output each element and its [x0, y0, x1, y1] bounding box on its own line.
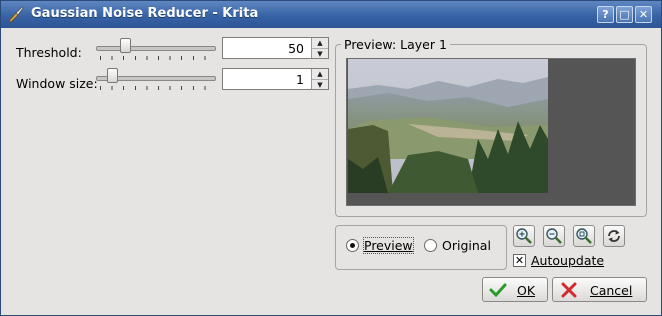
preview-image [348, 59, 548, 193]
threshold-value[interactable]: 50 [288, 41, 304, 56]
spin-down-icon[interactable]: ▼ [312, 79, 328, 90]
original-radio-label[interactable]: Original [442, 238, 491, 253]
close-button[interactable]: ✕ [635, 6, 652, 23]
zoom-out-icon [546, 228, 562, 244]
preview-group-title: Preview: Layer 1 [341, 37, 450, 52]
window-size-value[interactable]: 1 [296, 72, 304, 87]
window-size-slider-thumb[interactable] [107, 68, 118, 83]
threshold-slider-thumb[interactable] [120, 38, 131, 53]
threshold-slider-ticks [100, 56, 212, 60]
window-size-spinbox[interactable]: 1 ▲ ▼ [222, 68, 329, 90]
threshold-spin-arrows[interactable]: ▲ ▼ [311, 38, 328, 58]
threshold-slider-track [96, 46, 216, 51]
zoom-reset-button[interactable] [573, 225, 595, 247]
zoom-reset-icon [576, 228, 592, 244]
window-title: Gaussian Noise Reducer - Krita [31, 6, 259, 21]
help-button[interactable]: ? [597, 6, 614, 23]
spin-down-icon[interactable]: ▼ [312, 48, 328, 59]
preview-radio-text: Preview [364, 238, 413, 253]
refresh-button[interactable] [603, 225, 625, 247]
ok-label: OK [517, 283, 535, 298]
autoupdate-label[interactable]: Autoupdate [531, 253, 604, 268]
dialog-window: Gaussian Noise Reducer - Krita ? □ ✕ Thr… [0, 0, 662, 316]
zoom-out-button[interactable] [543, 225, 565, 247]
cancel-label: Cancel [590, 283, 632, 298]
ok-button[interactable]: OK [482, 277, 548, 302]
threshold-slider[interactable] [96, 38, 216, 60]
ok-check-icon [489, 283, 507, 298]
krita-brush-icon [8, 6, 24, 23]
spin-up-icon[interactable]: ▲ [312, 38, 328, 48]
window-size-label: Window size: [16, 76, 98, 91]
autoupdate-text: Autoupdate [531, 253, 605, 268]
cancel-button[interactable]: Cancel [552, 277, 647, 302]
original-radio[interactable] [424, 239, 437, 252]
threshold-label: Threshold: [16, 45, 82, 60]
refresh-icon [608, 230, 620, 242]
autoupdate-checkbox[interactable]: ✕ [513, 254, 526, 267]
zoom-in-icon [516, 228, 532, 244]
title-bar[interactable]: Gaussian Noise Reducer - Krita ? □ ✕ [1, 1, 661, 28]
preview-canvas[interactable] [346, 58, 636, 206]
cancel-x-icon [561, 282, 577, 298]
threshold-spinbox[interactable]: 50 ▲ ▼ [222, 37, 329, 59]
window-size-slider-ticks [100, 86, 212, 90]
window-size-slider[interactable] [96, 68, 216, 90]
spin-up-icon[interactable]: ▲ [312, 69, 328, 79]
cancel-label-text: Cancel [590, 283, 633, 298]
window-size-spin-arrows[interactable]: ▲ ▼ [311, 69, 328, 89]
preview-radio[interactable] [346, 239, 359, 252]
preview-radio-label[interactable]: Preview [363, 237, 414, 254]
maximize-button[interactable]: □ [616, 6, 633, 23]
zoom-in-button[interactable] [513, 225, 535, 247]
ok-label-text: OK [517, 283, 536, 298]
